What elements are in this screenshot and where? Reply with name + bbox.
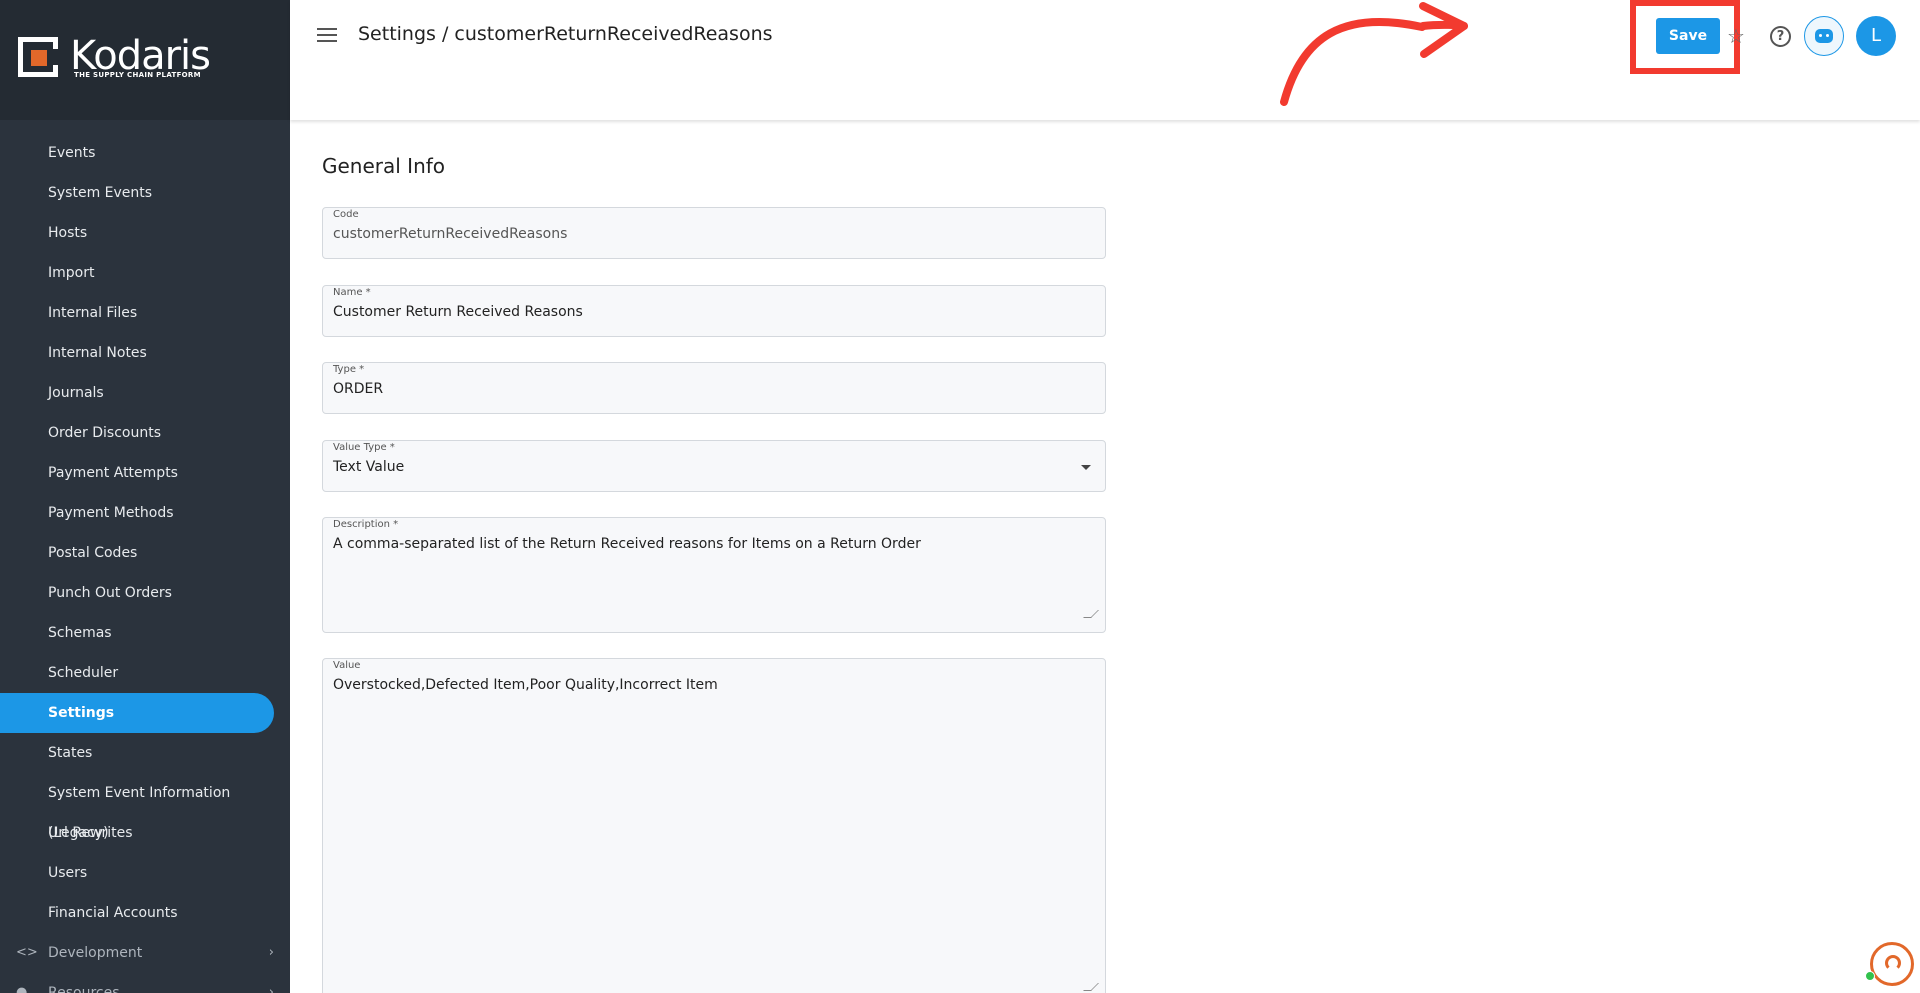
description-textarea[interactable]: Description * A comma-separated list of … [322, 517, 1106, 633]
sidebar-group-development[interactable]: <> Development › [0, 933, 274, 973]
user-avatar[interactable]: L [1856, 16, 1896, 56]
code-field[interactable]: Code customerReturnReceivedReasons [322, 207, 1106, 259]
online-status-dot [1865, 971, 1875, 981]
sidebar-item-order-discounts[interactable]: Order Discounts [0, 413, 274, 453]
logo[interactable]: Kodaris THE SUPPLY CHAIN PLATFORM [0, 0, 290, 120]
chevron-right-icon: › [268, 945, 274, 960]
annotation-arrow [1280, 2, 1468, 106]
value-type-select[interactable]: Value Type * Text Value [322, 440, 1106, 492]
sidebar-item-states[interactable]: States [0, 733, 274, 773]
sidebar-item-users[interactable]: Users [0, 853, 274, 893]
sidebar-group-resources[interactable]: ● Resources › [0, 973, 274, 993]
resize-handle-icon[interactable] [1083, 610, 1099, 618]
sidebar-group-label: Development [48, 945, 143, 961]
chevron-right-icon: › [268, 985, 274, 993]
resize-handle-icon[interactable] [1083, 983, 1099, 991]
sidebar-item-scheduler[interactable]: Scheduler [0, 653, 274, 693]
sidebar-item-financial-accounts[interactable]: Financial Accounts [0, 893, 274, 933]
field-label: Type * [333, 364, 365, 375]
field-value: ORDER [333, 381, 384, 397]
field-label: Value [333, 660, 361, 671]
sidebar-item-system-event-information[interactable]: System Event Information (Legacy) [0, 773, 274, 841]
help-circle-icon: ● [16, 985, 28, 993]
sidebar-item-payment-attempts[interactable]: Payment Attempts [0, 453, 274, 493]
sidebar-item-system-events[interactable]: System Events [0, 173, 274, 213]
name-field[interactable]: Name * Customer Return Received Reasons [322, 285, 1106, 337]
sidebar-item-internal-files[interactable]: Internal Files [0, 293, 274, 333]
sidebar-item-url-rewrites[interactable]: Url Rewrites [0, 813, 274, 853]
field-value: Customer Return Received Reasons [333, 304, 583, 320]
field-value: Text Value [333, 459, 405, 475]
field-value: customerReturnReceivedReasons [333, 226, 568, 242]
sidebar-nav: Events System Events Hosts Import Intern… [0, 133, 290, 933]
sidebar-group-label: Resources [48, 985, 120, 993]
field-label: Description * [333, 519, 399, 530]
sidebar-item-payment-methods[interactable]: Payment Methods [0, 493, 274, 533]
field-label: Code [333, 209, 359, 220]
sidebar-item-events[interactable]: Events [0, 133, 274, 173]
kodaris-logo-icon [18, 37, 58, 77]
favorite-star-icon[interactable]: ☆ [1727, 24, 1745, 48]
help-icon[interactable]: ? [1770, 26, 1791, 47]
menu-icon[interactable] [317, 28, 337, 44]
sidebar-item-schemas[interactable]: Schemas [0, 613, 274, 653]
sidebar: Kodaris THE SUPPLY CHAIN PLATFORM Events… [0, 0, 290, 993]
dropdown-arrow-icon[interactable] [1081, 465, 1091, 470]
sidebar-item-hosts[interactable]: Hosts [0, 213, 274, 253]
chat-support-icon[interactable] [1865, 942, 1914, 986]
code-icon: <> [16, 945, 38, 960]
logo-tagline: THE SUPPLY CHAIN PLATFORM [74, 71, 201, 79]
sidebar-item-import[interactable]: Import [0, 253, 274, 293]
type-field[interactable]: Type * ORDER [322, 362, 1106, 414]
sidebar-item-journals[interactable]: Journals [0, 373, 274, 413]
sidebar-item-postal-codes[interactable]: Postal Codes [0, 533, 274, 573]
annotation-highlight-box [1630, 0, 1740, 74]
sidebar-item-internal-notes[interactable]: Internal Notes [0, 333, 274, 373]
field-label: Value Type * [333, 442, 395, 453]
assistant-bot-icon[interactable] [1804, 16, 1844, 56]
field-label: Name * [333, 287, 371, 298]
section-title: General Info [322, 154, 446, 178]
field-value: A comma-separated list of the Return Rec… [333, 536, 921, 552]
value-textarea[interactable]: Value Overstocked,Defected Item,Poor Qua… [322, 658, 1106, 993]
main-content: General Info Code customerReturnReceived… [290, 120, 1920, 993]
page-title: Settings / customerReturnReceivedReasons [358, 23, 773, 45]
field-value: Overstocked,Defected Item,Poor Quality,I… [333, 677, 718, 693]
sidebar-item-settings[interactable]: Settings [0, 693, 274, 733]
sidebar-item-punch-out-orders[interactable]: Punch Out Orders [0, 573, 274, 613]
